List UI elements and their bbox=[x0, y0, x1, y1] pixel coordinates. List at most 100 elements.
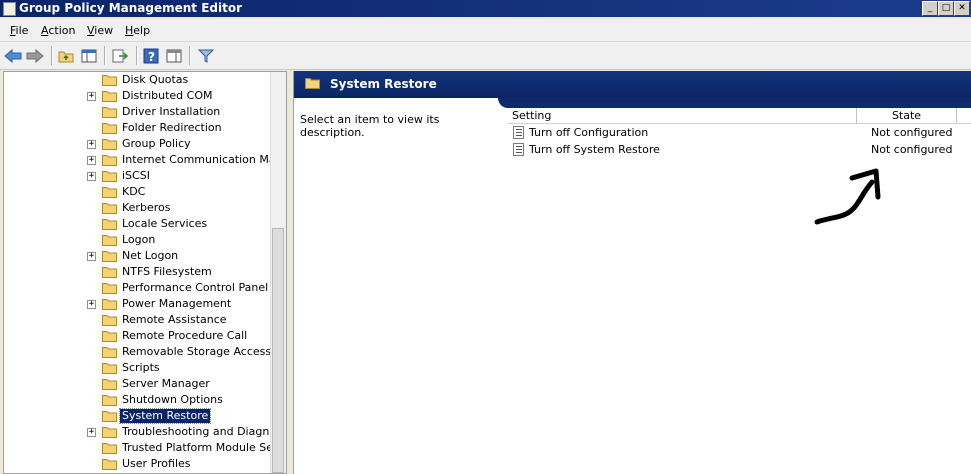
tree-item[interactable]: Shutdown Options bbox=[4, 392, 272, 408]
tree-item-label: Server Manager bbox=[122, 377, 210, 390]
tree-item[interactable]: Kerberos bbox=[4, 200, 272, 216]
tree-item[interactable]: Removable Storage Access bbox=[4, 344, 272, 360]
tree-item-label: User Profiles bbox=[122, 457, 191, 470]
menu-file[interactable]: File bbox=[10, 24, 28, 37]
folder-icon bbox=[102, 251, 117, 262]
list-item[interactable]: Turn off Configuration Not configured bbox=[508, 124, 971, 141]
show-hide-action-pane-icon[interactable] bbox=[164, 46, 184, 65]
tree-item-label: Distributed COM bbox=[122, 89, 213, 102]
folder-icon bbox=[102, 267, 117, 278]
tree-item-label: System Restore bbox=[118, 408, 212, 424]
tree-item[interactable]: Trusted Platform Module Service bbox=[4, 440, 286, 456]
expand-icon[interactable]: + bbox=[87, 300, 96, 309]
close-button[interactable]: ✕ bbox=[954, 1, 970, 16]
tree-scrollbar-thumb[interactable] bbox=[272, 228, 284, 473]
menu-bar: File Action View Help bbox=[0, 19, 971, 42]
column-header-setting[interactable]: Setting bbox=[508, 108, 857, 123]
tree-item-label: Folder Redirection bbox=[122, 121, 222, 134]
toolbar-separator bbox=[136, 46, 138, 65]
show-hide-tree-icon[interactable] bbox=[79, 46, 99, 65]
tree-item[interactable]: System Restore bbox=[4, 408, 272, 424]
annotation-arrow-icon bbox=[814, 168, 881, 225]
menu-help[interactable]: Help bbox=[125, 24, 150, 37]
tree-item[interactable]: Scripts bbox=[4, 360, 272, 376]
tree-item-label: Shutdown Options bbox=[122, 393, 223, 406]
tree-item[interactable]: Disk Quotas bbox=[4, 72, 272, 88]
expand-icon[interactable]: + bbox=[87, 156, 96, 165]
maximize-button[interactable]: □ bbox=[938, 1, 954, 16]
toolbar-separator bbox=[51, 46, 53, 65]
forward-arrow-icon[interactable] bbox=[25, 46, 45, 65]
tree-item[interactable]: KDC bbox=[4, 184, 272, 200]
app-icon bbox=[3, 2, 16, 16]
tree-item[interactable]: + Net Logon bbox=[4, 248, 272, 264]
folder-icon bbox=[102, 219, 117, 230]
folder-icon bbox=[102, 443, 117, 454]
back-arrow-icon[interactable] bbox=[3, 46, 23, 65]
description-text: Select an item to view its description. bbox=[300, 113, 440, 139]
folder-icon bbox=[102, 139, 117, 150]
folder-icon bbox=[102, 203, 117, 214]
tree-item[interactable]: + Group Policy bbox=[4, 136, 272, 152]
minimize-button[interactable]: _ bbox=[922, 1, 938, 16]
svg-text:?: ? bbox=[148, 50, 155, 64]
title-bar: Group Policy Management Editor _ □ ✕ bbox=[0, 0, 971, 17]
tree-item-label: Performance Control Panel bbox=[122, 281, 269, 294]
folder-icon bbox=[102, 235, 117, 246]
tree-item[interactable]: + Distributed COM bbox=[4, 88, 272, 104]
tree-item[interactable]: NTFS Filesystem bbox=[4, 264, 272, 280]
details-title: System Restore bbox=[330, 77, 437, 91]
header-decoration bbox=[498, 98, 971, 108]
help-icon[interactable]: ? bbox=[141, 46, 161, 65]
folder-icon bbox=[102, 427, 117, 438]
tree-item[interactable]: Logon bbox=[4, 232, 272, 248]
expand-icon[interactable]: + bbox=[87, 252, 96, 261]
tree-item-label: Scripts bbox=[122, 361, 160, 374]
export-list-icon[interactable] bbox=[110, 46, 130, 65]
tree-item-label: Troubleshooting and Diagnostic bbox=[122, 425, 287, 438]
filter-icon[interactable] bbox=[196, 46, 216, 65]
tree-item[interactable]: Remote Procedure Call bbox=[4, 328, 272, 344]
expand-icon[interactable]: + bbox=[87, 140, 96, 149]
tree-item[interactable]: + Power Management bbox=[4, 296, 272, 312]
folder-icon bbox=[102, 363, 117, 374]
tree-item[interactable]: User Profiles bbox=[4, 456, 272, 472]
tree-item[interactable]: Server Manager bbox=[4, 376, 272, 392]
tree-item[interactable]: + iSCSI bbox=[4, 168, 272, 184]
expand-icon[interactable]: + bbox=[87, 172, 96, 181]
console-tree[interactable]: Disk Quotas + Distributed COM Driver Instal… bbox=[3, 71, 287, 474]
column-header-state[interactable]: State bbox=[857, 108, 957, 123]
details-pane: System Restore Select an item to view it… bbox=[293, 71, 971, 474]
up-folder-icon[interactable] bbox=[56, 46, 76, 65]
tree-item[interactable]: Driver Installation bbox=[4, 104, 272, 120]
setting-state: Not configured bbox=[871, 143, 953, 156]
setting-name: Turn off System Restore bbox=[529, 143, 660, 156]
details-header: System Restore bbox=[294, 71, 971, 98]
tree-item-label: Logon bbox=[122, 233, 156, 246]
tree-item-label: Kerberos bbox=[122, 201, 171, 214]
tree-item-label: KDC bbox=[122, 185, 146, 198]
window-title: Group Policy Management Editor bbox=[19, 1, 243, 15]
toolbar-separator bbox=[104, 46, 106, 65]
tree-item-label: Group Policy bbox=[122, 137, 191, 150]
tree-item[interactable]: + Internet Communication Manage bbox=[4, 152, 286, 168]
list-item[interactable]: Turn off System Restore Not configured bbox=[508, 141, 971, 158]
policy-setting-icon bbox=[513, 126, 524, 139]
folder-icon bbox=[102, 347, 117, 358]
tree-item[interactable]: Locale Services bbox=[4, 216, 272, 232]
tree-item[interactable]: Remote Assistance bbox=[4, 312, 272, 328]
tree-item-label: Removable Storage Access bbox=[122, 345, 272, 358]
tree-item[interactable]: Performance Control Panel bbox=[4, 280, 272, 296]
menu-action[interactable]: Action bbox=[41, 24, 75, 37]
expand-icon[interactable]: + bbox=[87, 92, 96, 101]
tree-item-label: Locale Services bbox=[122, 217, 208, 230]
tree-item[interactable]: + Troubleshooting and Diagnostic bbox=[4, 424, 286, 440]
tree-item-label: Power Management bbox=[122, 297, 232, 310]
tree-item[interactable]: Folder Redirection bbox=[4, 120, 272, 136]
tree-item-label: Disk Quotas bbox=[122, 73, 189, 86]
menu-view[interactable]: View bbox=[87, 24, 113, 37]
tree-scrollbar[interactable] bbox=[270, 72, 286, 473]
expand-icon[interactable]: + bbox=[87, 428, 96, 437]
folder-icon bbox=[102, 299, 117, 310]
tree-item-label: Driver Installation bbox=[122, 105, 221, 118]
